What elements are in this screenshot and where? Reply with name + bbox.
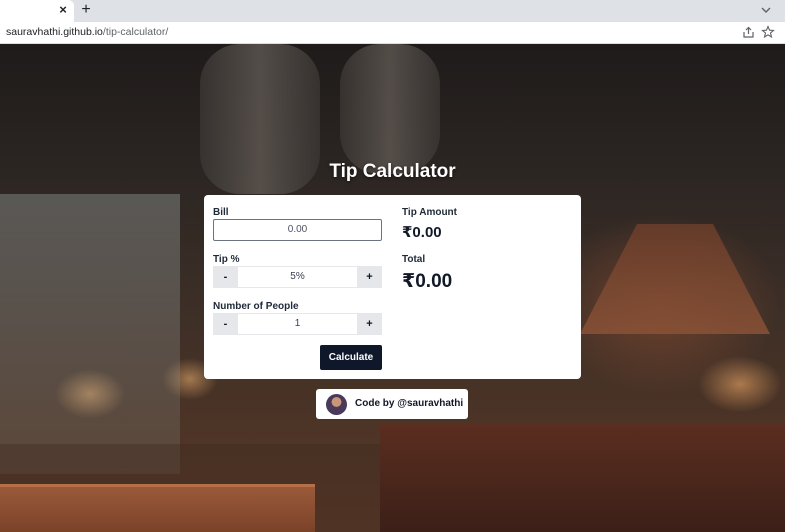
avatar — [326, 394, 347, 415]
people-stepper: - 1 + — [213, 313, 382, 335]
new-tab-icon[interactable]: + — [78, 2, 94, 18]
total-value: ₹0.00 — [402, 271, 453, 292]
tip-label: Tip % — [213, 254, 240, 265]
people-input[interactable]: 1 — [238, 313, 357, 335]
url-host: sauravhathi.github.io — [6, 26, 103, 38]
active-tab[interactable]: × — [0, 0, 74, 22]
tip-decrement-button[interactable]: - — [213, 266, 238, 288]
bill-label: Bill — [213, 207, 229, 218]
tip-amount-label: Tip Amount — [402, 207, 457, 218]
credit-badge[interactable]: Code by @sauravhathi — [316, 389, 468, 419]
credit-text: Code by @sauravhathi — [355, 398, 464, 409]
tip-input[interactable]: 5% — [238, 266, 357, 288]
background-booth — [0, 484, 315, 532]
address-bar[interactable]: sauravhathi.github.io/tip-calculator/ — [0, 22, 785, 44]
page-title: Tip Calculator — [329, 161, 456, 182]
people-decrement-button[interactable]: - — [213, 313, 238, 335]
page-background: Tip Calculator Bill 0.00 Tip % - 5% + Nu… — [0, 44, 785, 532]
tip-increment-button[interactable]: + — [357, 266, 382, 288]
chevron-down-icon[interactable] — [759, 3, 773, 17]
calculator-card: Bill 0.00 Tip % - 5% + Number of People … — [204, 195, 581, 379]
people-label: Number of People — [213, 301, 299, 312]
bill-input[interactable]: 0.00 — [213, 219, 382, 241]
tip-amount-value: ₹0.00 — [402, 224, 442, 241]
people-increment-button[interactable]: + — [357, 313, 382, 335]
background-window — [0, 194, 180, 474]
background-duct — [340, 44, 440, 174]
url-text[interactable]: sauravhathi.github.io/tip-calculator/ — [6, 26, 168, 38]
total-label: Total — [402, 254, 426, 265]
tab-bar: × + — [0, 0, 785, 22]
tip-stepper: - 5% + — [213, 266, 382, 288]
star-icon[interactable] — [761, 25, 775, 39]
background-hood — [580, 224, 770, 334]
share-icon[interactable] — [742, 26, 755, 39]
background-counter — [380, 424, 785, 532]
calculate-button[interactable]: Calculate — [320, 345, 382, 370]
url-path: /tip-calculator/ — [102, 26, 169, 38]
tab-close-icon[interactable]: × — [56, 3, 70, 17]
